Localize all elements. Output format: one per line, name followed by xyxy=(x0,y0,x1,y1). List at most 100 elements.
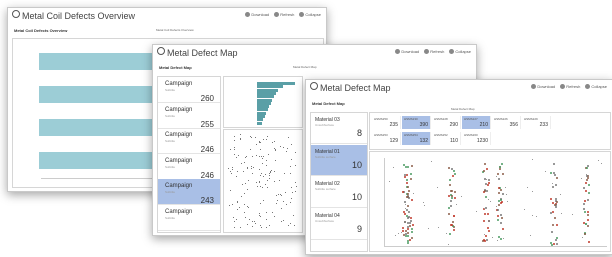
coil-cell[interactable]: HSMS229 233 xyxy=(522,116,551,129)
campaign-item[interactable]: Campaign Subtitle 255 xyxy=(158,103,220,129)
defect-dot xyxy=(496,219,499,222)
defect-dot xyxy=(503,237,505,239)
defect-dot xyxy=(453,170,456,173)
defect-bar[interactable] xyxy=(257,121,262,125)
defect-dot xyxy=(586,174,589,177)
download-button[interactable]: Download xyxy=(245,12,269,17)
scatter-dot xyxy=(238,206,240,208)
material-defect-filter[interactable]: Metal Defect Map xyxy=(451,107,475,111)
defect-dot xyxy=(587,210,590,213)
campaign-name: Campaign xyxy=(165,132,193,138)
defect-dot xyxy=(497,173,500,176)
defect-dot xyxy=(489,200,491,202)
defect-map-filter[interactable]: Metal Defect Map xyxy=(293,65,317,69)
scatter-dot xyxy=(269,175,270,177)
defect-dot xyxy=(483,212,486,215)
scatter-dot xyxy=(279,180,281,182)
campaign-item[interactable]: Campaign Subtitle 246 xyxy=(158,154,220,180)
campaign-item[interactable]: Campaign Subtitle 243 xyxy=(158,179,220,205)
collapse-button[interactable]: Collapse xyxy=(449,49,471,54)
download-button[interactable]: Download xyxy=(531,84,555,89)
scatter-dot xyxy=(234,153,236,155)
defect-dot xyxy=(553,203,556,206)
defect-dot xyxy=(585,166,588,169)
scatter-dot xyxy=(269,171,271,173)
scatter-dot xyxy=(237,202,239,204)
defect-dot xyxy=(572,214,574,216)
defect-dot xyxy=(430,161,432,163)
scatter-dot xyxy=(256,154,258,156)
campaign-item[interactable]: Campaign Subtitle xyxy=(158,205,220,231)
defect-dot xyxy=(450,204,453,207)
scatter-dot xyxy=(244,193,246,195)
coil-name: HSMS226 xyxy=(494,117,508,121)
defect-dot xyxy=(497,186,500,189)
scatter-dot xyxy=(242,183,243,185)
scatter-dot xyxy=(239,134,241,136)
scatter-dot xyxy=(290,223,292,225)
scatter-dot xyxy=(277,199,279,201)
defect-dot xyxy=(582,208,585,211)
coil-cell[interactable]: HSMS228 290 xyxy=(432,116,461,129)
material-item[interactable]: Material 02 Subtitle surface 10 xyxy=(311,177,367,208)
defect-dot xyxy=(407,231,410,234)
material-item[interactable]: Material 03 UnsubSurface 8 xyxy=(311,113,367,144)
defect-dot xyxy=(554,174,557,177)
defect-dot xyxy=(402,226,405,229)
material-subtitle: Subtitle surface xyxy=(315,187,336,191)
scatter-dot xyxy=(252,166,254,168)
scatter-dot xyxy=(285,191,286,193)
collapse-button[interactable]: Collapse xyxy=(299,12,321,17)
coil-cell[interactable]: HSMS260 1230 xyxy=(462,132,491,145)
coil-cell[interactable]: HSMS226 356 xyxy=(492,116,521,129)
overview-filter[interactable]: Metal Coil Defects Overview xyxy=(156,28,194,32)
defect-dot xyxy=(554,205,557,208)
campaign-item[interactable]: Campaign Subtitle 246 xyxy=(158,128,220,154)
scatter-dot xyxy=(294,164,296,166)
coil-value: 210 xyxy=(479,122,488,128)
defect-dot xyxy=(449,183,452,186)
scatter-dot xyxy=(278,194,280,196)
coil-cell[interactable]: HSMS254 132 xyxy=(402,132,431,145)
coil-cell[interactable]: HSMS230 390 xyxy=(402,116,431,129)
defect-dot xyxy=(393,167,395,169)
coil-name: HSMS253 xyxy=(374,133,388,137)
material-item[interactable]: Material 01 Subtitle surface 10 xyxy=(311,145,367,176)
coil-cell[interactable]: HSMS253 129 xyxy=(372,132,401,145)
defect-dot xyxy=(486,179,488,181)
material-defect-actions: Download Refresh Collapse xyxy=(527,84,607,89)
refresh-button[interactable]: Refresh xyxy=(274,12,294,17)
app-logo-icon xyxy=(12,10,20,18)
scatter-dot xyxy=(255,137,257,138)
scatter-dot xyxy=(246,156,248,158)
defect-dot xyxy=(497,235,500,238)
scatter-dot xyxy=(249,219,251,221)
scatter-dot xyxy=(284,172,286,174)
coil-cell[interactable]: HSMS252 110 xyxy=(432,132,461,145)
scatter-dot xyxy=(265,160,267,162)
scatter-dot xyxy=(292,192,294,194)
scatter-dot xyxy=(290,158,292,160)
campaign-name: Campaign xyxy=(165,157,193,164)
collapse-button[interactable]: Collapse xyxy=(585,84,607,89)
defect-dot xyxy=(405,179,408,182)
material-value: 10 xyxy=(351,192,362,202)
coil-cell[interactable]: HSMS250 235 xyxy=(372,116,401,129)
scatter-dot xyxy=(266,136,268,138)
download-button[interactable]: Download xyxy=(395,49,419,54)
coil-value: 390 xyxy=(419,122,428,128)
campaign-item[interactable]: Campaign Subtitle 260 xyxy=(158,77,220,103)
collapse-icon xyxy=(449,49,455,54)
coil-cell[interactable]: HSMS227 210 xyxy=(462,116,491,129)
scatter-dot xyxy=(247,179,249,181)
defect-dot xyxy=(580,177,582,179)
material-item[interactable]: Material 04 UnsubSurface 9 xyxy=(311,209,367,240)
scatter-dot xyxy=(247,167,249,169)
defect-dot xyxy=(500,162,503,165)
refresh-button[interactable]: Refresh xyxy=(560,84,580,89)
defect-dot xyxy=(583,200,586,203)
campaign-scatter-map xyxy=(223,129,303,233)
scatter-dot xyxy=(252,225,254,227)
scatter-dot xyxy=(234,147,236,149)
refresh-button[interactable]: Refresh xyxy=(424,49,444,54)
